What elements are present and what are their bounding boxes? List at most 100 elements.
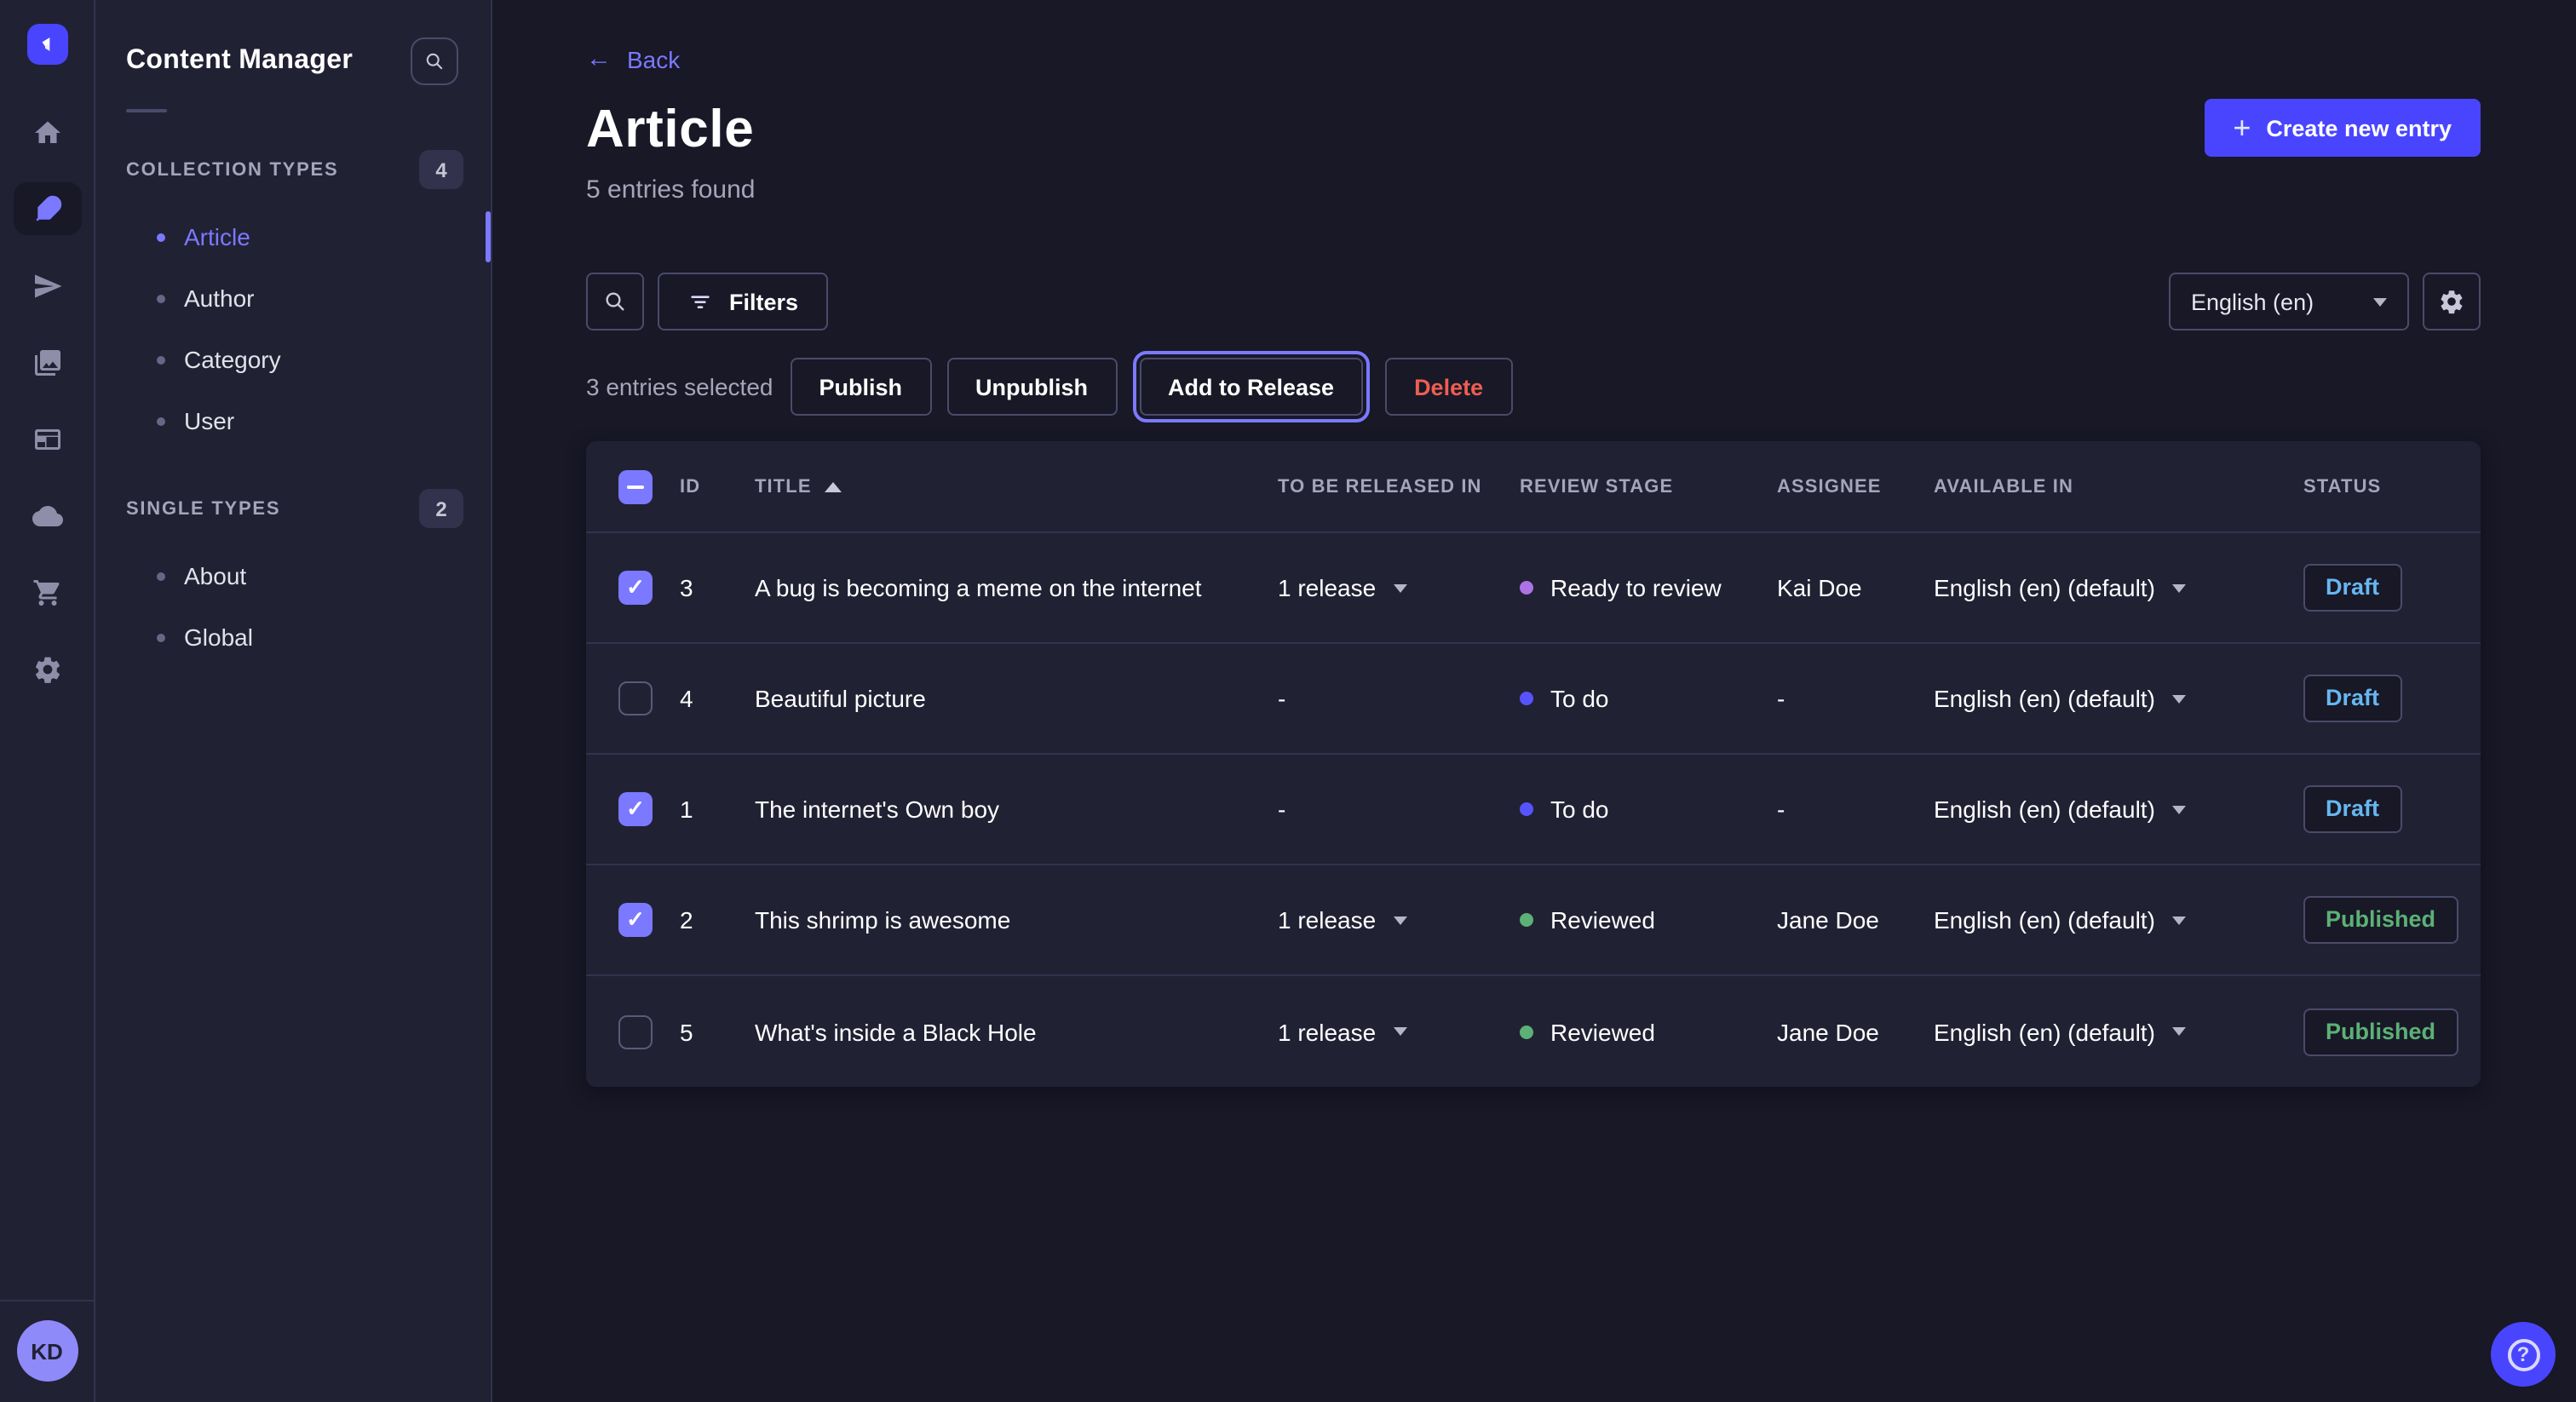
subnav-title: Content Manager [126,46,353,77]
filter-icon [687,288,714,315]
sidebar-item-label: Article [184,223,250,250]
cell-released: - [1278,796,1520,823]
back-link[interactable]: Back [586,44,680,73]
stage-dot-icon [1520,913,1533,927]
table-row[interactable]: 5 What's inside a Black Hole 1 release R… [586,976,2481,1087]
cell-released-dropdown[interactable]: 1 release [1278,574,1520,601]
add-to-release-button[interactable]: Add to Release [1139,358,1363,416]
sidebar-item-label: Category [184,346,281,373]
stage-dot-icon [1520,581,1533,595]
cell-id: 2 [680,906,755,934]
selection-count: 3 entries selected [586,373,773,400]
sidebar-item-article[interactable]: Article [95,206,491,267]
entries-table: ID TITLE TO BE RELEASED IN REVIEW STAGE … [586,441,2481,1087]
table-row[interactable]: 4 Beautiful picture - To do - English (e… [586,644,2481,755]
bullet-icon [157,417,165,425]
locale-select[interactable]: English (en) [2169,273,2409,330]
subnav-search-button[interactable] [411,37,458,85]
publish-button[interactable]: Publish [790,358,931,416]
table-row[interactable]: 3 A bug is becoming a meme on the intern… [586,533,2481,644]
sidebar-item-category[interactable]: Category [95,329,491,390]
settings-gear-icon[interactable] [13,642,81,695]
chevron-down-icon [2172,805,2186,813]
paper-plane-icon[interactable] [13,259,81,312]
status-badge: Published [2303,1008,2458,1055]
home-icon[interactable] [13,106,81,158]
table-row[interactable]: 1 The internet's Own boy - To do - Engli… [586,755,2481,865]
column-header-id[interactable]: ID [680,476,755,497]
row-checkbox[interactable] [618,681,653,715]
status-badge: Draft [2303,675,2401,722]
user-avatar[interactable]: KD [16,1320,78,1382]
cell-assignee: Jane Doe [1777,906,1934,934]
bullet-icon [157,572,165,580]
strapi-app: KD Content Manager COLLECTION TYPES 4 Ar… [0,0,2576,1402]
delete-button[interactable]: Delete [1385,358,1512,416]
single-types-label: SINGLE TYPES [126,498,280,519]
row-checkbox[interactable] [618,903,653,937]
cell-locale-dropdown[interactable]: English (en) (default) [1934,1018,2303,1045]
layout-icon[interactable] [13,412,81,465]
main-content: Back Article 5 entries found Create new … [492,0,2576,1402]
column-header-review-stage[interactable]: REVIEW STAGE [1520,476,1777,497]
content-manager-quill-icon[interactable] [13,182,81,235]
collection-types-section: COLLECTION TYPES 4 Article Author Catego… [95,150,491,451]
row-checkbox[interactable] [618,792,653,826]
subnav-divider [126,109,167,112]
cell-id: 1 [680,796,755,823]
bullet-icon [157,294,165,302]
bullet-icon [157,233,165,241]
chevron-down-icon [2172,1027,2186,1036]
sidebar-item-label: Author [184,284,255,312]
sidebar-item-label: User [184,407,234,434]
cell-locale-dropdown[interactable]: English (en) (default) [1934,574,2303,601]
cell-released-dropdown[interactable]: 1 release [1278,1018,1520,1045]
column-header-title[interactable]: TITLE [755,476,1278,497]
chevron-down-icon [2172,694,2186,703]
select-all-checkbox[interactable] [618,469,653,503]
sidebar-item-author[interactable]: Author [95,267,491,329]
column-header-assignee[interactable]: ASSIGNEE [1777,476,1934,497]
column-header-released[interactable]: TO BE RELEASED IN [1278,476,1520,497]
cell-released-dropdown[interactable]: 1 release [1278,906,1520,934]
unpublish-button[interactable]: Unpublish [946,358,1117,416]
table-row[interactable]: 2 This shrimp is awesome 1 release Revie… [586,865,2481,976]
cloud-icon[interactable] [13,489,81,542]
cell-locale-dropdown[interactable]: English (en) (default) [1934,685,2303,712]
help-icon [2507,1338,2539,1370]
row-checkbox[interactable] [618,1014,653,1049]
locale-value: English (en) [2191,289,2314,314]
cell-title: This shrimp is awesome [755,906,1278,934]
sidebar-item-global[interactable]: Global [95,606,491,668]
cell-title: Beautiful picture [755,685,1278,712]
create-new-entry-button[interactable]: Create new entry [2204,99,2481,157]
entries-count: 5 entries found [586,175,756,204]
search-button[interactable] [586,273,644,330]
strapi-logo[interactable] [26,24,67,65]
media-library-icon[interactable] [13,336,81,388]
chevron-down-icon [1393,1027,1406,1036]
view-settings-button[interactable] [2423,273,2481,330]
status-badge: Published [2303,896,2458,944]
cell-id: 4 [680,685,755,712]
help-button[interactable] [2491,1322,2556,1387]
filters-button[interactable]: Filters [658,273,827,330]
sidebar-item-user[interactable]: User [95,390,491,451]
cell-locale-dropdown[interactable]: English (en) (default) [1934,906,2303,934]
collection-types-count-badge: 4 [419,150,463,189]
stage-dot-icon [1520,1025,1533,1038]
cell-review-stage: To do [1520,796,1777,823]
cell-title: What's inside a Black Hole [755,1018,1278,1045]
active-item-indicator [486,211,491,262]
row-checkbox[interactable] [618,571,653,605]
cell-title: The internet's Own boy [755,796,1278,823]
column-header-available-in[interactable]: AVAILABLE IN [1934,476,2303,497]
cell-assignee: Kai Doe [1777,574,1934,601]
cart-icon[interactable] [13,566,81,618]
column-header-status[interactable]: STATUS [2303,476,2481,497]
gear-icon [2438,288,2465,315]
cell-locale-dropdown[interactable]: English (en) (default) [1934,796,2303,823]
status-badge: Draft [2303,564,2401,612]
sidebar-item-about[interactable]: About [95,545,491,606]
chevron-down-icon [1393,583,1406,592]
